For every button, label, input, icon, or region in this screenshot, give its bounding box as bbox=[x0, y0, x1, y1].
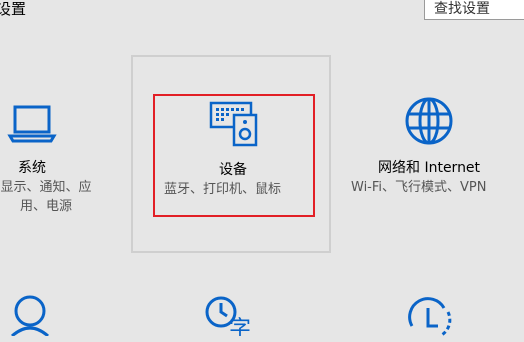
tile-devices-name: 设备 bbox=[219, 162, 247, 178]
devices-icon bbox=[209, 101, 259, 151]
tile-devices-desc: 蓝牙、打印机、鼠标 bbox=[164, 182, 282, 197]
laptop-icon bbox=[7, 100, 57, 150]
tile-network-desc: Wi-Fi、飞行模式、VPN bbox=[351, 180, 487, 195]
search-input[interactable]: 查找设置 bbox=[424, 0, 524, 20]
svg-text:字: 字 bbox=[229, 317, 251, 336]
globe-icon bbox=[404, 96, 454, 150]
tile-devices[interactable]: 设备 蓝牙、打印机、鼠标 bbox=[131, 55, 331, 253]
tile-system[interactable]: 系统 显示、通知、应用、电源 bbox=[0, 90, 110, 230]
settings-title: 设置 bbox=[0, 0, 27, 18]
tile-system-desc: 显示、通知、应用、电源 bbox=[0, 180, 92, 214]
tile-system-name: 系统 bbox=[18, 160, 46, 176]
tile-network-name: 网络和 Internet bbox=[378, 160, 481, 176]
tile-network[interactable]: 网络和 Internet Wi-Fi、飞行模式、VPN bbox=[340, 90, 520, 230]
time-language-icon[interactable]: 字 bbox=[203, 294, 259, 342]
ease-of-access-icon[interactable] bbox=[404, 296, 460, 342]
person-icon[interactable] bbox=[8, 294, 52, 340]
